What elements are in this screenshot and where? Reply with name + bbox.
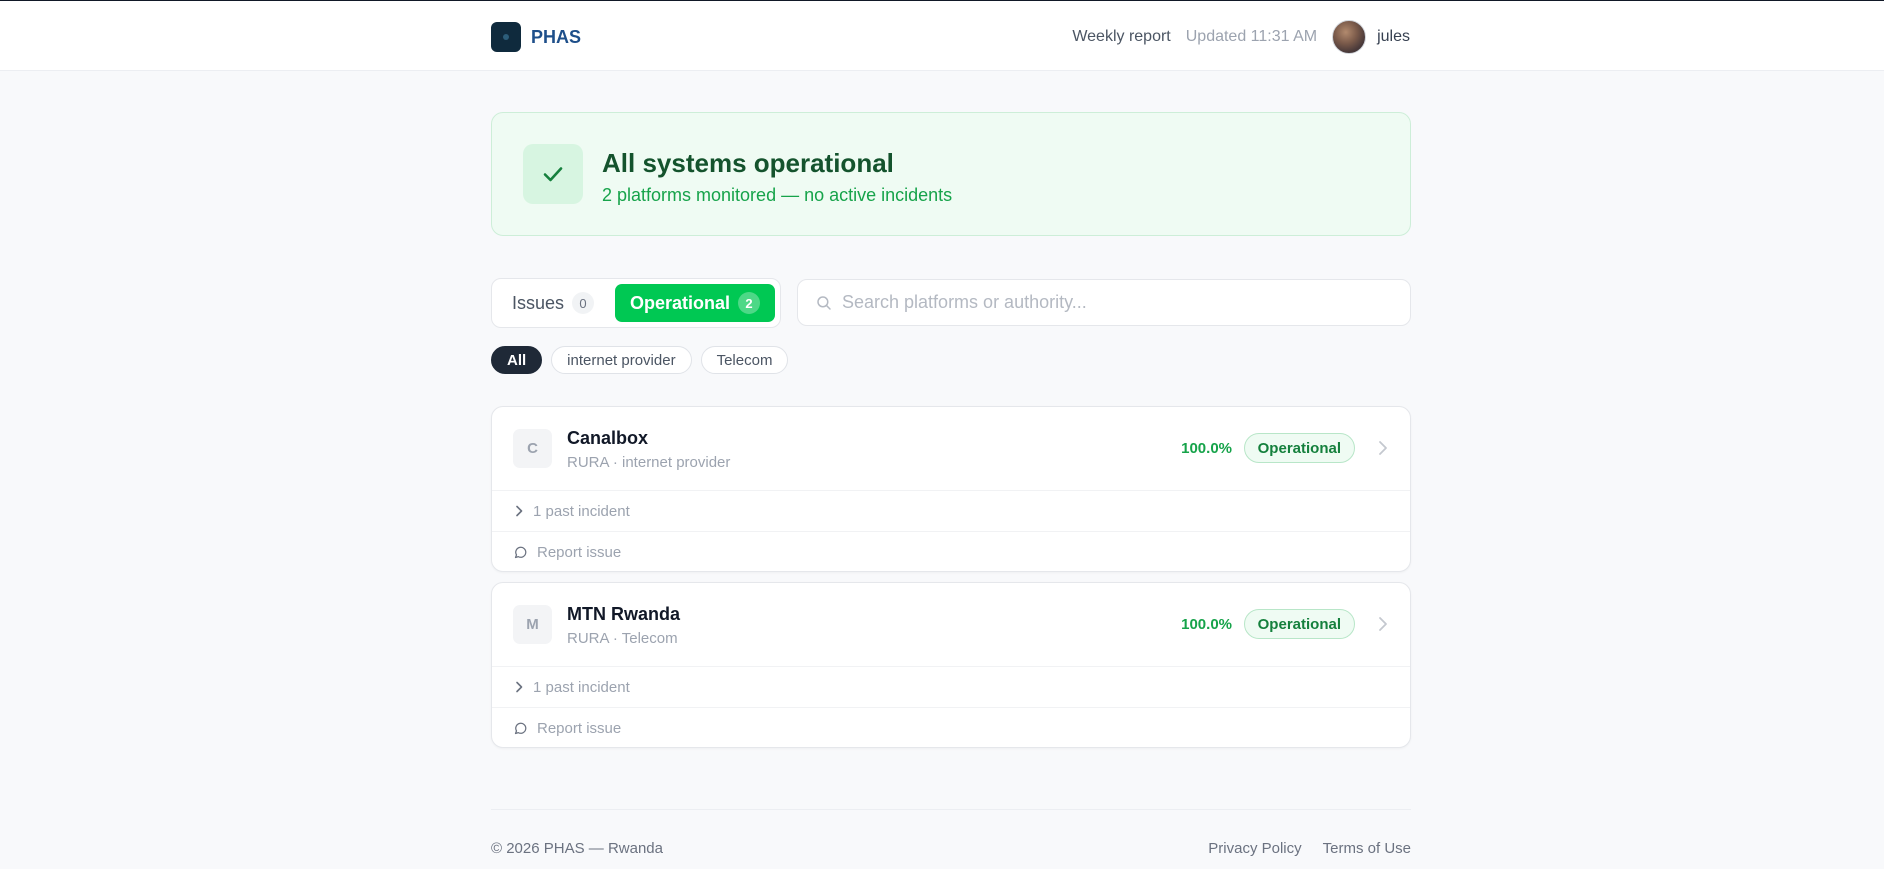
search-input[interactable] [842,280,1402,325]
tab-operational-label: Operational [629,292,731,313]
status-badge: Operational [1243,609,1355,639]
platform-letter-avatar: M [513,605,552,644]
platform-meta: RURA · internet provider [567,454,731,471]
footer-divider [491,809,1411,810]
report-issue-label: Report issue [537,719,622,737]
footer-links: Privacy Policy Terms of Use [1208,840,1411,857]
platform-name: Canalbox [567,428,649,448]
username[interactable]: jules [1377,28,1410,46]
platform-card-mtn-rwanda: M MTN Rwanda RURA · Telecom 100.0% Opera… [491,582,1411,748]
tab-issues[interactable]: Issues 0 [500,284,606,322]
logo-icon [491,22,521,52]
tab-operational[interactable]: Operational 2 [615,284,775,322]
message-circle-icon [514,722,527,734]
terms-of-use-link[interactable]: Terms of Use [1323,840,1411,857]
footer-copyright: © 2026 PHAS — Rwanda [491,840,663,857]
report-issue-button[interactable]: Report issue [492,532,1410,572]
header-actions: Weekly report Updated 11:31 AM jules [1072,19,1410,55]
report-issue-label: Report issue [537,543,622,561]
chevron-right-icon [516,505,523,517]
tab-issues-label: Issues [512,292,565,313]
top-header: PHAS Weekly report Updated 11:31 AM jule… [0,1,1884,71]
message-circle-icon [514,546,527,558]
past-incidents-toggle[interactable]: 1 past incident [492,667,1410,708]
report-issue-button[interactable]: Report issue [492,708,1410,748]
privacy-policy-link[interactable]: Privacy Policy [1208,840,1301,857]
platform-card-canalbox: C Canalbox RURA · internet provider 100.… [491,406,1411,572]
search-box [797,279,1411,326]
status-badge: Operational [1243,433,1355,463]
platform-meta: RURA · Telecom [567,630,678,647]
past-incidents-toggle[interactable]: 1 past incident [492,491,1410,532]
past-incidents-label: 1 past incident [533,678,630,696]
issues-count-badge: 0 [572,292,595,314]
platform-name: MTN Rwanda [567,604,681,624]
filter-chip-internet-provider[interactable]: internet provider [551,346,692,374]
past-incidents-label: 1 past incident [533,502,630,520]
weekly-report-link[interactable]: Weekly report [1072,28,1170,46]
category-filters: All internet provider Telecom [491,346,789,374]
platform-row[interactable]: M MTN Rwanda RURA · Telecom 100.0% Opera… [492,583,1410,667]
updated-timestamp: Updated 11:31 AM [1185,28,1318,45]
status-banner: All systems operational 2 platforms moni… [491,112,1411,236]
chevron-right-icon [516,681,523,693]
filter-chip-all[interactable]: All [491,346,543,374]
chevron-right-icon[interactable] [1376,440,1390,461]
operational-count-badge: 2 [738,292,761,314]
uptime-value: 100.0% [1181,616,1232,633]
status-tabs: Issues 0 Operational 2 [491,278,781,328]
brand[interactable]: PHAS [491,22,581,52]
platform-letter-avatar: C [513,429,552,468]
search-icon [815,294,833,317]
uptime-value: 100.0% [1181,440,1232,457]
filter-chip-telecom[interactable]: Telecom [700,346,789,374]
banner-title: All systems operational [602,148,894,178]
chevron-right-icon[interactable] [1376,616,1390,637]
platform-row[interactable]: C Canalbox RURA · internet provider 100.… [492,407,1410,491]
check-icon [523,144,583,204]
banner-subtitle: 2 platforms monitored — no active incide… [602,185,953,205]
brand-name: PHAS [531,26,582,47]
avatar[interactable] [1332,20,1367,54]
